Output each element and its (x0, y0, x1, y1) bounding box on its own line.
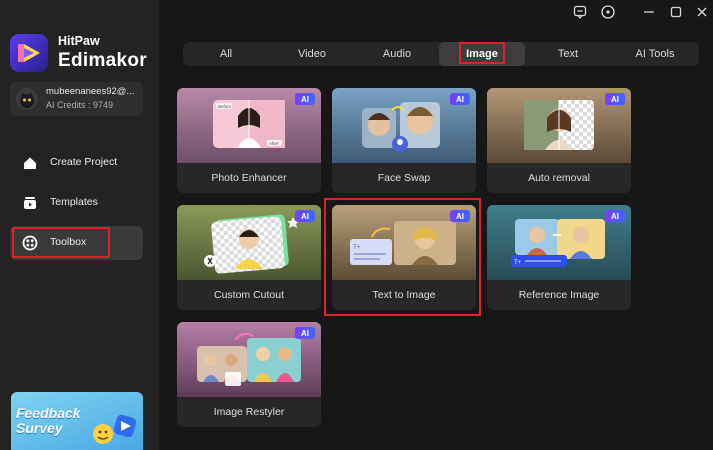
tool-card-face-swap[interactable]: AI Face Swap (332, 88, 476, 193)
tool-label: Face Swap (377, 172, 431, 184)
tool-card-photo-enhancer[interactable]: Before After AI Photo Enhancer (177, 88, 321, 193)
toolbox-icon (22, 235, 38, 251)
logo-play-icon (18, 44, 40, 62)
sidebar: HitPaw Edimakor mubeenanees92@... AI Cre… (0, 0, 159, 450)
tab-ai-tools[interactable]: AI Tools (611, 42, 699, 66)
tab-text[interactable]: Text (525, 42, 611, 66)
tab-audio[interactable]: Audio (355, 42, 439, 66)
feedback-survey-banner[interactable]: Feedback Survey (11, 392, 143, 450)
user-email: mubeenanees92@... (46, 86, 135, 97)
category-tabs: All Video Audio Image Text AI Tools (183, 42, 699, 66)
feedback-text: Feedback Survey (16, 406, 81, 436)
tool-card-auto-removal[interactable]: AI Auto removal (487, 88, 631, 193)
nav-toolbox-label: Toolbox (50, 236, 87, 248)
maximize-icon[interactable] (668, 4, 684, 20)
nav-templates-label: Templates (50, 196, 98, 208)
ai-badge: AI (450, 210, 470, 222)
emoji-decoration-icon (93, 414, 137, 444)
ai-badge: AI (295, 210, 315, 222)
avatar (16, 88, 38, 110)
brand-company: HitPaw (58, 34, 100, 48)
tab-image[interactable]: Image (439, 42, 525, 66)
nav-toolbox[interactable]: Toolbox (10, 226, 143, 260)
tool-label: Image Restyler (213, 406, 285, 418)
ai-badge: AI (450, 93, 470, 105)
tool-label: Photo Enhancer (211, 172, 287, 184)
ai-badge: AI (605, 210, 625, 222)
before-label: Before (218, 104, 232, 109)
tool-label: Text to Image (372, 289, 436, 301)
ai-badge: AI (295, 327, 315, 339)
ai-credits: AI Credits : 9749 (46, 100, 114, 110)
user-account-card[interactable]: mubeenanees92@... AI Credits : 9749 (10, 82, 143, 116)
ai-badge: AI (295, 93, 315, 105)
tab-all[interactable]: All (183, 42, 269, 66)
tool-label: Reference Image (518, 289, 600, 301)
tool-card-custom-cutout[interactable]: AI Custom Cutout (177, 205, 321, 310)
app-logo (10, 34, 48, 72)
tool-label: Auto removal (528, 172, 590, 184)
tool-label: Custom Cutout (213, 289, 285, 301)
feedback-chat-icon[interactable] (572, 4, 588, 20)
feedback-line2: Survey (16, 420, 63, 436)
svg-text:T+: T+ (514, 260, 522, 266)
minimize-icon[interactable] (641, 4, 657, 20)
after-label: After (269, 141, 279, 146)
svg-text:T+: T+ (353, 245, 361, 251)
settings-dots-icon[interactable] (600, 4, 616, 20)
tool-card-reference-image[interactable]: T+ AI Reference Image (487, 205, 631, 310)
nav-templates[interactable]: Templates (10, 186, 143, 220)
house-icon (24, 157, 36, 169)
tool-card-image-restyler[interactable]: AI Image Restyler (177, 322, 321, 427)
nav-create-project[interactable]: Create Project (10, 146, 143, 180)
ai-badge: AI (605, 93, 625, 105)
brand-product: Edimakor (58, 50, 147, 71)
nav-create-project-label: Create Project (50, 156, 118, 168)
templates-icon (24, 197, 36, 209)
tab-video[interactable]: Video (269, 42, 355, 66)
tool-card-text-to-image[interactable]: T+ AI Text to Image (332, 205, 476, 310)
close-icon[interactable] (694, 4, 710, 20)
feedback-line1: Feedback (16, 405, 81, 421)
